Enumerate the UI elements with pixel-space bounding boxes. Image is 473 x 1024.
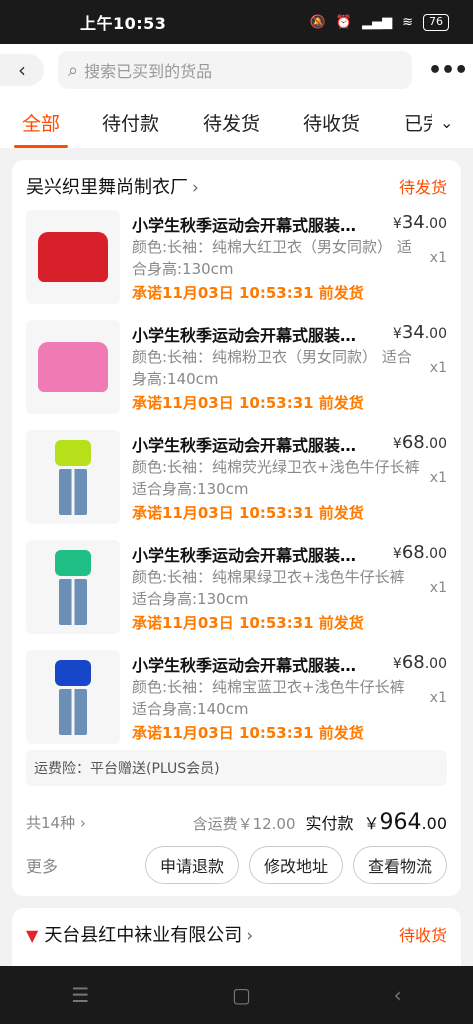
back-icon[interactable]: ‹ [394, 983, 402, 1007]
chevron-left-icon: ‹ [18, 58, 26, 82]
ship-promise: 承诺11月03日 10:53:31 前发货 [132, 394, 364, 412]
chevron-right-icon: › [246, 926, 254, 946]
sweatshirt-image [55, 439, 91, 466]
product-title: 小学生秋季运动会开幕式服装开幕式服装 [132, 656, 368, 675]
order-actions: 更多 申请退款 修改地址 查看物流 [26, 846, 447, 884]
more-link[interactable]: 更多 [26, 853, 58, 877]
sweatshirt-image [55, 659, 91, 686]
shipping-insurance: 运费险：平台赠送(PLUS会员) [26, 750, 447, 786]
search-icon: ⌕ [68, 59, 79, 81]
tab-all[interactable]: 全部 [13, 109, 69, 148]
order-item[interactable]: 小学生秋季运动会开幕式服装开幕式服装 ¥68.00 颜色:长袖：纯棉荧光绿卫衣+… [26, 430, 447, 530]
chevron-down-icon[interactable]: ⌄ [440, 113, 453, 132]
sweatshirt-image [38, 342, 108, 392]
status-bar: 上午10:53 🔕 ⏰ ▂▄▆ ≋ 76 [0, 0, 473, 44]
product-title: 小学生秋季运动会开幕式服装开幕式服装 [132, 216, 368, 235]
product-price: ¥68.00 [392, 652, 447, 673]
ship-promise: 承诺11月03日 10:53:31 前发货 [132, 504, 364, 522]
product-image[interactable] [26, 210, 120, 304]
tab-completed[interactable]: 已完成 [404, 109, 432, 136]
product-spec: 颜色:长袖：纯棉大红卫衣（男女同款） 适合身高:130cm [132, 238, 412, 278]
product-image[interactable] [26, 430, 120, 524]
tab-pending-shipment[interactable]: 待发货 [203, 109, 260, 136]
status-time: 上午10:53 [80, 14, 167, 33]
sweatshirt-image [55, 549, 91, 576]
wifi-icon: ≋ [402, 14, 413, 30]
product-quantity: x1 [429, 250, 447, 266]
product-spec: 颜色:长袖：纯棉果绿卫衣+浅色牛仔长裤 适合身高:130cm [132, 568, 405, 608]
sweatshirt-image [38, 232, 108, 282]
product-price: ¥34.00 [392, 212, 447, 233]
shop-name-link[interactable]: 吴兴织里舞尚制衣厂 › [26, 173, 199, 199]
product-image[interactable] [26, 540, 120, 634]
shop-logo-icon: ▼ [26, 926, 39, 945]
product-spec: 颜色:长袖：纯棉宝蓝卫衣+浅色牛仔长裤 适合身高:140cm [132, 678, 405, 718]
tab-pending-receipt[interactable]: 待收货 [303, 109, 360, 136]
shop-name-link[interactable]: ▼ 天台县红中袜业有限公司 › [26, 921, 253, 947]
more-options-button[interactable]: ••• [428, 58, 468, 83]
search-placeholder: 搜索已买到的货品 [84, 62, 213, 81]
product-price: ¥34.00 [392, 322, 447, 343]
home-icon[interactable]: ▢ [232, 983, 251, 1007]
search-input[interactable]: ⌕ 搜索已买到的货品 [58, 51, 412, 89]
product-spec: 颜色:长袖：纯棉粉卫衣（男女同款） 适合身高:140cm [132, 348, 412, 388]
refund-button[interactable]: 申请退款 [144, 846, 239, 884]
order-item[interactable]: 小学生秋季运动会开幕式服装开幕式服装 ¥68.00 颜色:长袖：纯棉宝蓝卫衣+浅… [26, 650, 447, 750]
product-quantity: x1 [429, 360, 447, 376]
status-icons: 🔕 ⏰ ▂▄▆ ≋ 76 [309, 13, 449, 31]
signal-icon: ▂▄▆ [362, 14, 393, 30]
item-count-link[interactable]: 共14种 › [26, 812, 86, 833]
shop-header: 吴兴织里舞尚制衣厂 › 待发货 [26, 174, 447, 198]
product-image[interactable] [26, 320, 120, 414]
order-card[interactable]: 吴兴织里舞尚制衣厂› 待发货 小学生秋季运动会开幕式服装开幕式服装 ¥34.00… [12, 160, 461, 896]
paid-amount: ￥964.00 [363, 809, 447, 835]
product-quantity: x1 [429, 690, 447, 706]
product-price: ¥68.00 [392, 542, 447, 563]
battery-icon: 76 [423, 13, 449, 31]
system-nav-bar: ☰ ▢ ‹ [0, 966, 473, 1024]
ship-promise: 承诺11月03日 10:53:31 前发货 [132, 614, 364, 632]
order-totals: 含运费￥12.00 实付款 ￥964.00 [193, 810, 447, 835]
product-quantity: x1 [429, 470, 447, 486]
order-item[interactable]: 小学生秋季运动会开幕式服装开幕式服装 ¥34.00 颜色:长袖：纯棉大红卫衣（男… [26, 210, 447, 310]
product-title: 小学生秋季运动会开幕式服装开幕式服装 [132, 546, 368, 565]
order-status: 待发货 [398, 178, 447, 197]
mute-icon: 🔕 [309, 14, 326, 30]
tab-pending-payment[interactable]: 待付款 [102, 109, 159, 136]
edit-address-button[interactable]: 修改地址 [248, 846, 343, 884]
action-buttons: 申请退款 修改地址 查看物流 [144, 846, 447, 884]
jeans-image [59, 468, 87, 515]
product-quantity: x1 [429, 580, 447, 596]
jeans-image [59, 578, 87, 625]
back-button[interactable]: ‹ [0, 54, 44, 86]
menu-icon[interactable]: ☰ [71, 983, 89, 1007]
order-summary: 共14种 › 含运费￥12.00 实付款 ￥964.00 [26, 808, 447, 836]
search-header: ‹ ⌕ 搜索已买到的货品 ••• [0, 44, 473, 96]
order-item[interactable]: 小学生秋季运动会开幕式服装开幕式服装 ¥68.00 颜色:长袖：纯棉果绿卫衣+浅… [26, 540, 447, 640]
product-title: 小学生秋季运动会开幕式服装开幕式服装 [132, 326, 368, 345]
product-image[interactable] [26, 650, 120, 744]
product-price: ¥68.00 [392, 432, 447, 453]
product-title: 小学生秋季运动会开幕式服装开幕式服装 [132, 436, 368, 455]
chevron-right-icon: › [192, 178, 199, 198]
order-status: 待收货 [398, 926, 447, 945]
track-shipment-button[interactable]: 查看物流 [352, 846, 447, 884]
order-item[interactable]: 小学生秋季运动会开幕式服装开幕式服装 ¥34.00 颜色:长袖：纯棉粉卫衣（男女… [26, 320, 447, 420]
ship-promise: 承诺11月03日 10:53:31 前发货 [132, 724, 364, 742]
order-tabs: 全部 待付款 待发货 待收货 已完成 ⌄ [0, 96, 473, 148]
paid-label: 实付款 [305, 813, 354, 833]
shop-header: ▼ 天台县红中袜业有限公司 › 待收货 [26, 922, 447, 946]
alarm-icon: ⏰ [335, 14, 353, 30]
product-spec: 颜色:长袖：纯棉荧光绿卫衣+浅色牛仔长裤 适合身高:130cm [132, 458, 420, 498]
shipping-fee: 含运费￥12.00 [192, 814, 296, 833]
jeans-image [59, 688, 87, 735]
ship-promise: 承诺11月03日 10:53:31 前发货 [132, 284, 364, 302]
